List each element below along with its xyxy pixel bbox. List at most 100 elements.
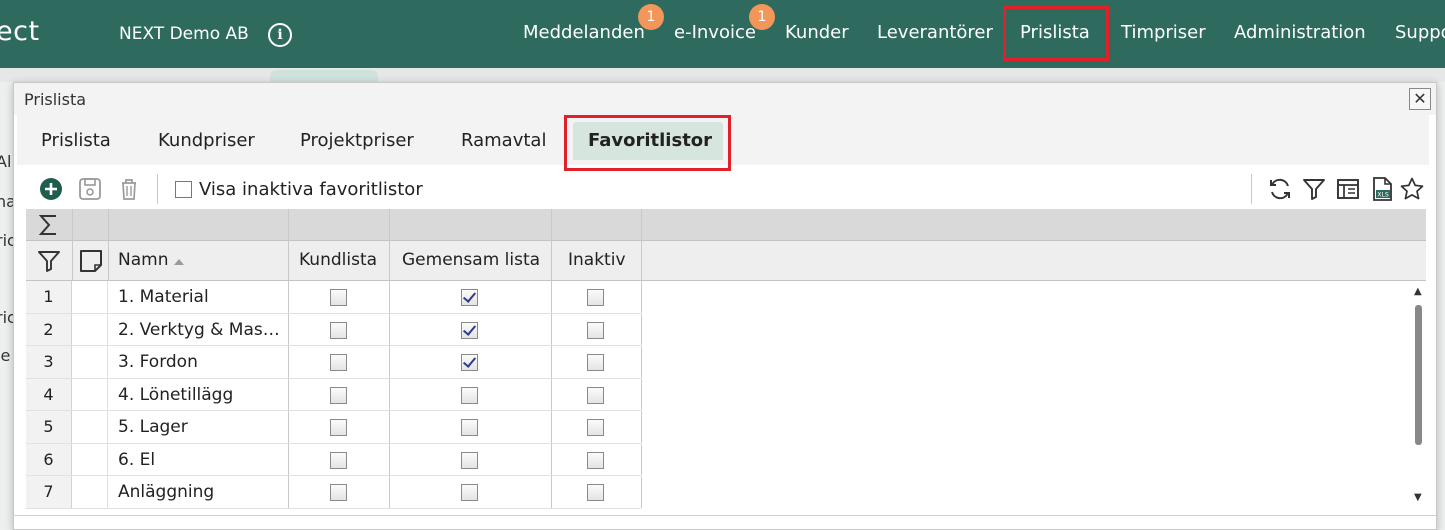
row-note-cell[interactable] xyxy=(72,378,108,410)
column-header-inaktiv[interactable]: Inaktiv xyxy=(568,241,626,281)
row-note-cell[interactable] xyxy=(72,443,108,475)
col-divider xyxy=(551,378,552,410)
row-note-cell[interactable] xyxy=(72,346,108,378)
favorite-star-icon[interactable] xyxy=(1399,176,1425,202)
scroll-up-arrow[interactable]: ▲ xyxy=(1414,286,1422,297)
gemensam-lista-checkbox[interactable] xyxy=(461,289,478,306)
row-number: 7 xyxy=(26,476,72,508)
dialog-title-bar[interactable]: Prislista ✕ xyxy=(14,83,1436,115)
table-row[interactable]: 1 1. Material xyxy=(26,281,642,314)
sum-icon[interactable] xyxy=(36,212,62,242)
row-note-cell[interactable] xyxy=(72,476,108,508)
table-row[interactable]: 5 5. Lager xyxy=(26,411,642,444)
table-row[interactable]: 2 2. Verktyg & Mask… xyxy=(26,313,642,346)
nav-e-invoice[interactable]: e-Invoice xyxy=(674,22,756,43)
row-name[interactable]: 6. El xyxy=(118,444,286,476)
column-header-namn[interactable]: Namn xyxy=(118,241,168,281)
row-name[interactable]: 1. Material xyxy=(118,281,286,313)
nav-meddelanden[interactable]: Meddelanden xyxy=(523,22,645,43)
col-divider xyxy=(551,346,552,378)
row-note-cell[interactable] xyxy=(72,313,108,345)
col-divider xyxy=(288,378,289,410)
col-divider xyxy=(288,241,289,281)
table-row[interactable]: 6 6. El xyxy=(26,443,642,476)
filter-icon[interactable] xyxy=(36,248,62,278)
table-row[interactable]: 7 Anläggning xyxy=(26,476,642,509)
inaktiv-checkbox[interactable] xyxy=(587,484,604,501)
column-header-gemensam-lista[interactable]: Gemensam lista xyxy=(402,241,540,281)
inaktiv-checkbox[interactable] xyxy=(587,354,604,371)
tab-projektpriser[interactable]: Projektpriser xyxy=(300,130,414,151)
scroll-down-arrow[interactable]: ▼ xyxy=(1414,492,1422,503)
top-navigation-bar: ect NEXT Demo AB i Meddelanden 1 e-Invoi… xyxy=(0,0,1445,68)
tab-ramavtal[interactable]: Ramavtal xyxy=(461,130,546,151)
column-header-kundlista[interactable]: Kundlista xyxy=(299,241,377,281)
nav-leverantorer[interactable]: Leverantörer xyxy=(877,22,993,43)
kundlista-checkbox[interactable] xyxy=(330,451,347,469)
gemensam-lista-checkbox[interactable] xyxy=(461,321,478,339)
note-icon[interactable] xyxy=(78,248,104,278)
col-divider xyxy=(641,443,642,475)
col-divider xyxy=(72,241,73,281)
nav-timpriser[interactable]: Timpriser xyxy=(1121,22,1206,43)
nav-support[interactable]: Suppo xyxy=(1395,22,1445,43)
gemensam-lista-checkbox[interactable] xyxy=(461,386,478,404)
nav-kunder[interactable]: Kunder xyxy=(785,22,849,43)
save-icon[interactable] xyxy=(77,176,103,202)
inaktiv-checkbox[interactable] xyxy=(587,321,604,339)
col-divider xyxy=(641,241,642,281)
col-divider xyxy=(389,443,390,475)
kundlista-checkbox[interactable] xyxy=(330,289,347,306)
row-number: 4 xyxy=(26,378,72,410)
vertical-scrollbar-thumb[interactable] xyxy=(1415,305,1422,445)
info-icon[interactable]: i xyxy=(268,23,292,47)
row-name[interactable]: 4. Lönetillägg xyxy=(118,379,286,411)
gemensam-lista-checkbox[interactable] xyxy=(461,354,478,371)
table-row[interactable]: 4 4. Lönetillägg xyxy=(26,378,642,411)
add-icon[interactable] xyxy=(38,176,64,202)
inaktiv-checkbox[interactable] xyxy=(587,289,604,306)
kundlista-checkbox[interactable] xyxy=(330,321,347,339)
refresh-icon[interactable] xyxy=(1267,176,1293,202)
row-name[interactable]: 3. Fordon xyxy=(118,346,286,378)
kundlista-checkbox[interactable] xyxy=(330,419,347,436)
nav-administration[interactable]: Administration xyxy=(1234,22,1366,43)
inaktiv-checkbox[interactable] xyxy=(587,386,604,404)
gemensam-lista-checkbox[interactable] xyxy=(461,484,478,501)
col-divider xyxy=(108,209,109,241)
meddelanden-badge: 1 xyxy=(638,4,664,30)
filter-icon[interactable] xyxy=(1301,176,1327,202)
kundlista-checkbox[interactable] xyxy=(330,484,347,501)
row-number: 2 xyxy=(26,313,72,345)
sort-ascending-icon[interactable] xyxy=(173,253,185,272)
close-icon[interactable]: ✕ xyxy=(1409,88,1431,110)
summary-row xyxy=(26,209,1426,241)
app-logo[interactable]: ect xyxy=(0,16,40,47)
column-settings-icon[interactable] xyxy=(1335,176,1361,202)
gemensam-lista-checkbox[interactable] xyxy=(461,419,478,436)
row-note-cell[interactable] xyxy=(72,281,108,313)
dialog-title: Prislista xyxy=(24,90,87,109)
inaktiv-checkbox[interactable] xyxy=(587,451,604,469)
gemensam-lista-checkbox[interactable] xyxy=(461,451,478,469)
show-inactive-checkbox[interactable] xyxy=(175,181,192,198)
tab-kundpriser[interactable]: Kundpriser xyxy=(158,130,255,151)
inaktiv-checkbox[interactable] xyxy=(587,419,604,436)
row-note-cell[interactable] xyxy=(72,411,108,443)
row-name[interactable]: Anläggning xyxy=(118,476,286,508)
kundlista-checkbox[interactable] xyxy=(330,354,347,371)
col-divider xyxy=(641,209,642,241)
favoritlistor-highlight-box xyxy=(564,115,731,171)
row-name[interactable]: 2. Verktyg & Mask… xyxy=(118,314,286,346)
row-name[interactable]: 5. Lager xyxy=(118,411,286,443)
table-row[interactable]: 3 3. Fordon xyxy=(26,346,642,379)
export-xls-icon[interactable]: XLS xyxy=(1369,176,1395,202)
prislista-highlight-box xyxy=(1003,6,1109,61)
col-divider xyxy=(641,346,642,378)
col-divider xyxy=(288,443,289,475)
col-divider xyxy=(72,209,73,241)
delete-icon[interactable] xyxy=(116,176,142,202)
kundlista-checkbox[interactable] xyxy=(330,386,347,404)
tab-prislista[interactable]: Prislista xyxy=(41,130,111,151)
col-divider xyxy=(288,313,289,345)
